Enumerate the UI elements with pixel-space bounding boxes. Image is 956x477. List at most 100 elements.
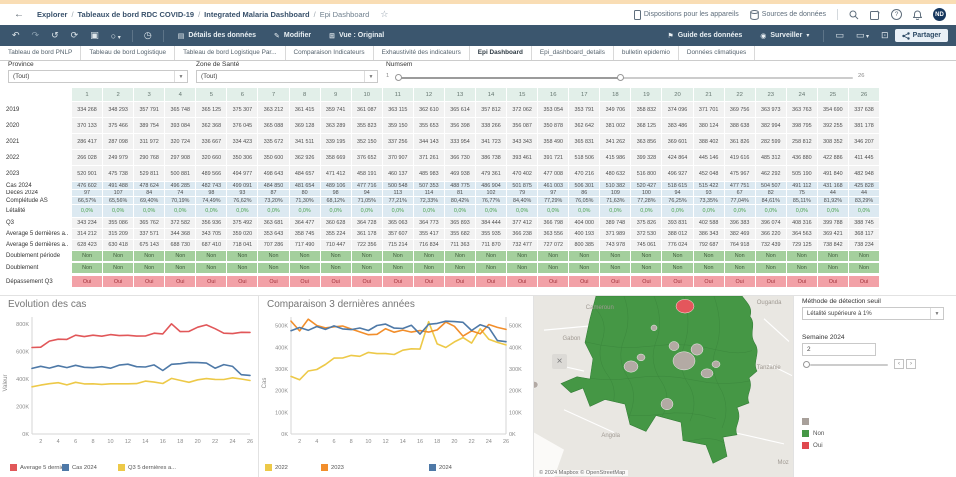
cell[interactable]: 297 908 bbox=[165, 150, 197, 165]
cell[interactable]: 344 143 bbox=[413, 134, 445, 149]
cell[interactable]: 366 238 bbox=[507, 229, 539, 239]
fullscreen-icon[interactable]: ⊡ bbox=[881, 30, 889, 41]
cell[interactable]: 350 600 bbox=[258, 150, 290, 165]
cell[interactable]: Non bbox=[289, 263, 321, 273]
cell[interactable]: 404 000 bbox=[569, 218, 601, 228]
cell[interactable]: 82 bbox=[755, 190, 787, 196]
cell[interactable]: Oui bbox=[507, 276, 539, 287]
cell[interactable]: Non bbox=[755, 263, 787, 273]
cell[interactable]: 411 445 bbox=[848, 150, 881, 165]
cell[interactable]: 738 842 bbox=[817, 240, 849, 250]
cell[interactable]: Oui bbox=[413, 276, 445, 287]
cell[interactable]: 65,56% bbox=[103, 197, 135, 204]
cell[interactable]: 359 150 bbox=[382, 118, 414, 133]
tab-comparaison-indicateurs[interactable]: Comparaison Indicateurs bbox=[286, 46, 374, 60]
column-header[interactable]: 15 bbox=[507, 88, 539, 101]
cell[interactable]: 399 788 bbox=[817, 218, 849, 228]
revert-icon[interactable]: ↺ bbox=[51, 30, 59, 41]
cell[interactable]: 375 307 bbox=[227, 102, 259, 117]
zone-alert-red[interactable] bbox=[675, 299, 695, 314]
column-header[interactable]: 24 bbox=[786, 88, 818, 101]
cell[interactable]: 358 490 bbox=[538, 134, 570, 149]
cell[interactable]: 360 628 bbox=[320, 218, 352, 228]
cell[interactable]: 489 566 bbox=[196, 166, 228, 181]
row-label[interactable]: 2021 bbox=[0, 134, 72, 149]
column-header[interactable]: 9 bbox=[320, 88, 352, 101]
cell[interactable]: 371 261 bbox=[413, 150, 445, 165]
cell[interactable]: 389 748 bbox=[600, 218, 632, 228]
cell[interactable]: 358 669 bbox=[320, 150, 352, 165]
cell[interactable]: 337 256 bbox=[382, 134, 414, 149]
cell[interactable]: 343 234 bbox=[72, 218, 104, 228]
cell[interactable]: 362 610 bbox=[413, 102, 445, 117]
cell[interactable]: 491 840 bbox=[817, 166, 849, 181]
cell[interactable]: 363 212 bbox=[258, 102, 290, 117]
cell[interactable]: 482 743 bbox=[196, 182, 228, 189]
column-header[interactable]: 4 bbox=[165, 88, 197, 101]
cell[interactable]: 75 bbox=[786, 190, 818, 196]
method-dropdown[interactable]: Létalité supérieure à 1% ▼ bbox=[802, 307, 944, 320]
tab-tableau-de-bord-logistique-par-[interactable]: Tableau de bord Logistique Par... bbox=[175, 46, 286, 60]
column-header[interactable]: 21 bbox=[693, 88, 725, 101]
row-label[interactable]: Létalité bbox=[0, 205, 72, 217]
cell[interactable]: 381 178 bbox=[848, 118, 881, 133]
cell[interactable]: 44 bbox=[817, 190, 849, 196]
cell[interactable]: 518 615 bbox=[662, 182, 694, 189]
week-increment-button[interactable]: › bbox=[906, 359, 916, 369]
series-Q3 5 dernières a...[interactable] bbox=[31, 377, 251, 388]
cell[interactable]: 400 193 bbox=[569, 229, 601, 239]
cell[interactable]: 745 061 bbox=[631, 240, 663, 250]
cell[interactable]: Non bbox=[444, 251, 477, 261]
tab-bulletin-epidemio[interactable]: bulletin epidemio bbox=[614, 46, 679, 60]
column-header[interactable]: 8 bbox=[289, 88, 321, 101]
new-workbook-icon[interactable] bbox=[870, 9, 880, 20]
cell[interactable]: Non bbox=[289, 251, 321, 261]
cell[interactable]: 687 410 bbox=[196, 240, 228, 250]
cell[interactable]: 359 020 bbox=[227, 229, 259, 239]
cell[interactable]: 343 705 bbox=[196, 229, 228, 239]
cell[interactable]: 0,0% bbox=[227, 205, 259, 217]
cell[interactable]: Non bbox=[507, 251, 539, 261]
cell[interactable]: Non bbox=[258, 251, 290, 261]
cell[interactable]: Oui bbox=[382, 276, 414, 287]
legend-item[interactable]: Cas 2024 bbox=[62, 464, 97, 471]
evolution-chart-plot[interactable]: 0K200K400K600K800K2 4 6 8 10 12 14 16 18 20 22 24 26 bbox=[4, 310, 256, 448]
cell[interactable]: 258 812 bbox=[786, 134, 818, 149]
cell[interactable]: 499 091 bbox=[227, 182, 259, 189]
cell[interactable]: 334 268 bbox=[72, 102, 104, 117]
cell[interactable]: Non bbox=[662, 251, 694, 261]
cell[interactable]: 83,29% bbox=[848, 197, 881, 204]
cell[interactable]: 529 811 bbox=[134, 166, 166, 181]
cell[interactable]: Non bbox=[103, 251, 135, 261]
search-icon[interactable] bbox=[849, 10, 859, 20]
cell[interactable]: 339 195 bbox=[320, 134, 352, 149]
cell[interactable]: 363 681 bbox=[258, 218, 290, 228]
cell[interactable]: 415 986 bbox=[600, 150, 632, 165]
cell[interactable]: 73,20% bbox=[258, 197, 290, 204]
cell[interactable]: 722 356 bbox=[351, 240, 383, 250]
device-layouts-button[interactable]: Dispositions pour les appareils bbox=[633, 9, 739, 20]
cell[interactable]: 388 402 bbox=[693, 134, 725, 149]
cell[interactable]: 337 638 bbox=[848, 102, 881, 117]
tab-tableau-de-bord-pnlp[interactable]: Tableau de bord PNLP bbox=[0, 46, 82, 60]
cell[interactable]: 462 292 bbox=[755, 166, 787, 181]
data-details-button[interactable]: ▤ Détails des données bbox=[178, 32, 256, 40]
cell[interactable]: 368 125 bbox=[631, 118, 663, 133]
column-header[interactable]: 14 bbox=[476, 88, 508, 101]
cell[interactable]: 364 477 bbox=[289, 218, 321, 228]
cell[interactable]: Non bbox=[72, 251, 104, 261]
cell[interactable]: 392 255 bbox=[817, 118, 849, 133]
cell[interactable]: 371 989 bbox=[600, 229, 632, 239]
cell[interactable]: 711 870 bbox=[476, 240, 508, 250]
cell[interactable]: 74,49% bbox=[196, 197, 228, 204]
cell[interactable]: 363 556 bbox=[538, 229, 570, 239]
cell[interactable]: 481 654 bbox=[289, 182, 321, 189]
cell[interactable]: 341 511 bbox=[289, 134, 321, 149]
cell[interactable]: Non bbox=[786, 263, 818, 273]
cell[interactable]: 0,0% bbox=[724, 205, 756, 217]
cell[interactable]: 0,0% bbox=[320, 205, 352, 217]
cell[interactable]: 470 216 bbox=[569, 166, 601, 181]
cell[interactable]: Oui bbox=[755, 276, 787, 287]
cell[interactable]: 114 bbox=[413, 190, 445, 196]
cell[interactable]: 0,0% bbox=[413, 205, 445, 217]
